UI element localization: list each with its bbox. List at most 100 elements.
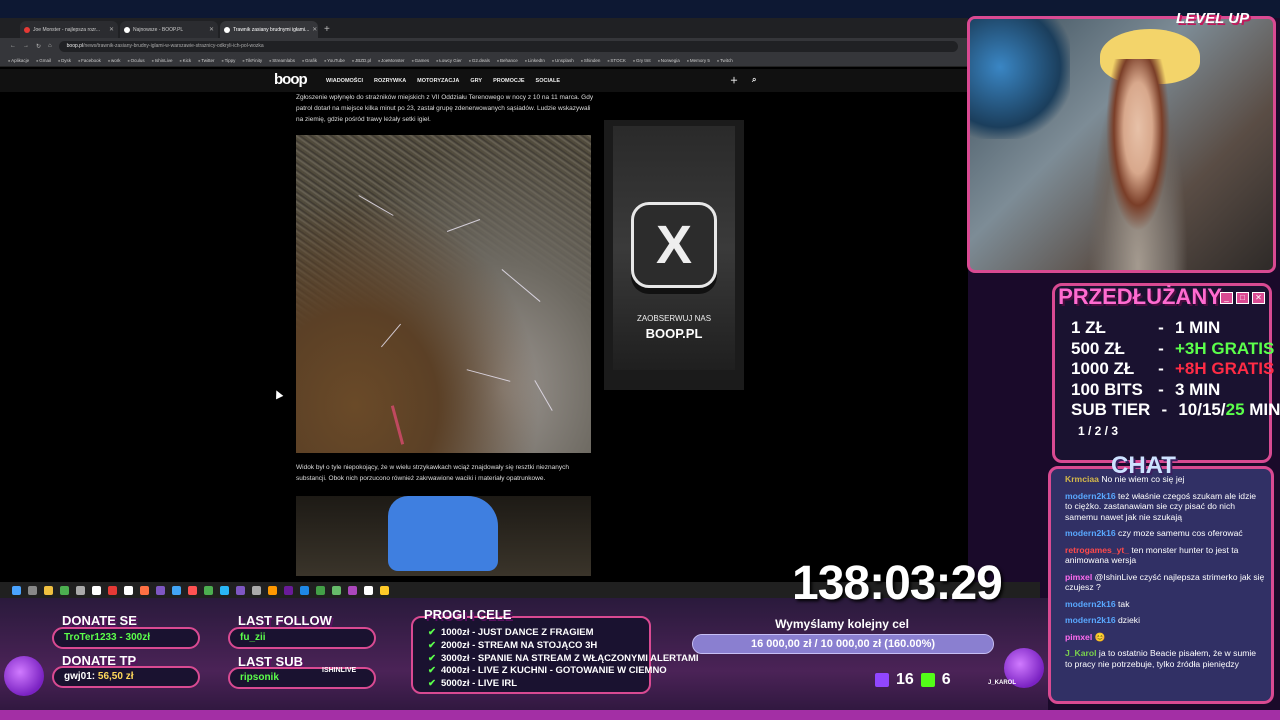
close-tab-icon[interactable]: ✕	[209, 26, 214, 33]
chat-title: CHAT	[1111, 452, 1176, 479]
close-tab-icon[interactable]: ✕	[109, 26, 114, 33]
bookmark-item[interactable]: Gmail	[36, 58, 51, 63]
taskbar-app-icon[interactable]	[316, 585, 325, 595]
bookmark-item[interactable]: Tippy	[221, 58, 236, 63]
rate-row: 1 ZŁ -1 MIN	[1071, 318, 1221, 337]
taskbar-app-icon[interactable]	[60, 585, 69, 595]
bookmark-item[interactable]: YouTube	[324, 58, 345, 63]
taskbar-app-icon[interactable]	[172, 585, 181, 595]
taskbar-app-icon[interactable]	[364, 585, 373, 595]
bookmark-item[interactable]: work	[108, 58, 121, 63]
check-icon: ✔	[428, 627, 436, 638]
chat-message: pimxel @IshinLive czyść najlepsza strime…	[1065, 571, 1265, 593]
goals-list: ✔ 1000zł - JUST DANCE Z FRAGIEM ✔ 2000zł - …	[428, 627, 699, 691]
bookmark-item[interactable]: JBZD.pl	[352, 58, 371, 63]
url-input[interactable]: boop.pl/news/trawnik-zasiany-brudny-igla…	[58, 40, 958, 52]
nav-link-wiadomości[interactable]: WIADOMOŚCI	[326, 78, 363, 84]
taskbar-app-icon[interactable]	[28, 585, 37, 595]
bookmark-item[interactable]: G2.deals	[469, 58, 490, 63]
ad-cta: ZAOBSERWUJ NAS	[636, 314, 712, 323]
bookmark-item[interactable]: Shinden	[581, 58, 601, 63]
nav-link-promocje[interactable]: PROMOCJE	[493, 78, 524, 84]
bookmark-item[interactable]: Gry tmt	[633, 58, 651, 63]
chat-box: Krmciaa No nie wiem co się jej modern2k16…	[1048, 466, 1274, 704]
last-follow-value: fu_zii	[228, 627, 376, 649]
forward-icon[interactable]: →	[23, 43, 29, 49]
taskbar-app-icon[interactable]	[156, 585, 165, 595]
sidebar-ad[interactable]: X ZAOBSERWUJ NAS BOOP.PL	[604, 120, 744, 390]
taskbar-app-icon[interactable]	[236, 585, 245, 595]
taskbar-app-icon[interactable]	[348, 585, 357, 595]
bookmark-item[interactable]: Unsplash	[552, 58, 574, 63]
bookmark-item[interactable]: Twitch	[717, 58, 733, 63]
chat-message: modern2k16 dzieki	[1065, 615, 1141, 625]
nav-link-sociale[interactable]: SOCIALE	[536, 78, 560, 84]
panel-title: PRZEDŁUŻANY	[1058, 284, 1222, 309]
browser-tab-3[interactable]: Trawnik zasiany brudnymi igłami... ✕	[220, 21, 318, 38]
bookmark-item[interactable]: Twitter	[198, 58, 214, 63]
bookmark-item[interactable]: Kick	[180, 58, 192, 63]
back-icon[interactable]: ←	[10, 43, 16, 49]
last-follow-label: LAST FOLLOW	[238, 613, 332, 628]
taskbar-app-icon[interactable]	[300, 585, 309, 595]
taskbar-app-icon[interactable]	[252, 585, 261, 595]
taskbar-app-icon[interactable]	[380, 585, 389, 595]
bookmark-item[interactable]: Oculus	[128, 58, 145, 63]
taskbar-app-icon[interactable]	[188, 585, 197, 595]
taskbar-app-icon[interactable]	[332, 585, 341, 595]
taskbar-app-icon[interactable]	[44, 585, 53, 595]
bookmark-item[interactable]: Behance	[497, 58, 518, 63]
site-logo[interactable]: boop	[274, 71, 308, 88]
article-paragraph: Widok był o tyle niepokojący, że w wielu…	[296, 464, 569, 482]
home-icon[interactable]: ⌂	[48, 43, 52, 49]
bookmark-item[interactable]: Games	[412, 58, 430, 63]
goal-item: ✔ 2000zł - STREAM NA STOJĄCO 3H	[428, 639, 598, 651]
browser-tab-1[interactable]: Joe Monster - najlepsza rozr... ✕	[20, 21, 118, 38]
plus-icon[interactable]: ＋	[730, 75, 738, 86]
goal-title: Wymyślamy kolejny cel	[775, 617, 909, 631]
bookmark-item[interactable]: JoeMonster	[378, 58, 405, 63]
bookmark-item[interactable]: Aplikacje	[8, 58, 29, 63]
goal-item: ✔ 5000zł - LIVE IRL	[428, 678, 517, 690]
nav-link-motoryzacja[interactable]: MOTORYZACJA	[417, 78, 459, 84]
bookmark-item[interactable]: Facebook	[78, 58, 101, 63]
taskbar-app-icon[interactable]	[108, 585, 117, 595]
chat-message: modern2k16 tak	[1065, 598, 1130, 609]
bookmark-item[interactable]: Streamlabs	[269, 58, 295, 63]
bookmark-item[interactable]: Łowcy Gier	[436, 58, 462, 63]
bookmark-item[interactable]: Norwegia	[658, 58, 680, 63]
nav-link-rozrywka[interactable]: ROZRYWKA	[374, 78, 406, 84]
glove-shape	[388, 496, 498, 571]
pixel-tree-icon	[4, 656, 44, 696]
chat-message: retrogames_yt_ ten monster hunter to jes…	[1065, 544, 1239, 566]
search-icon[interactable]: ⌕	[752, 75, 756, 86]
taskbar-app-icon[interactable]	[284, 585, 293, 595]
bookmark-item[interactable]: LinkedIn	[525, 58, 545, 63]
check-icon: ✔	[428, 639, 436, 651]
taskbar-app-icon[interactable]	[124, 585, 133, 595]
bookmark-item[interactable]: TikFinity	[242, 58, 263, 63]
reload-icon[interactable]: ↻	[36, 43, 41, 50]
taskbar-app-icon[interactable]	[220, 585, 229, 595]
browser-tab-2[interactable]: Najnowsze - BOOP.PL ✕	[120, 21, 218, 38]
chat-message: pimxel 😊	[1065, 631, 1106, 642]
taskbar-app-icon[interactable]	[204, 585, 213, 595]
browser-window: Joe Monster - najlepsza rozr... ✕ Najnows…	[0, 18, 968, 600]
bookmark-item[interactable]: Memory 5	[687, 58, 710, 63]
new-tab-icon[interactable]: +	[324, 21, 330, 38]
streamer	[1088, 59, 1188, 270]
bookmark-item[interactable]: STOCK	[607, 58, 625, 63]
taskbar-app-icon[interactable]	[12, 585, 21, 595]
taskbar-app-icon[interactable]	[76, 585, 85, 595]
donate-se-label: DONATE SE	[62, 613, 137, 628]
nav-link-gry[interactable]: GRY	[470, 78, 482, 84]
bookmark-item[interactable]: IshinLive	[152, 58, 173, 63]
kick-count: 6	[941, 671, 951, 688]
close-tab-icon[interactable]: ✕	[312, 26, 317, 33]
taskbar-app-icon[interactable]	[92, 585, 101, 595]
bookmark-item[interactable]: Dysk	[58, 58, 71, 63]
taskbar-app-icon[interactable]	[140, 585, 149, 595]
site-nav: boop WIADOMOŚCI ROZRYWKA MOTORYZACJA GRY PRO…	[0, 69, 968, 92]
bookmark-item[interactable]: Grafik	[302, 58, 317, 63]
taskbar-app-icon[interactable]	[268, 585, 277, 595]
